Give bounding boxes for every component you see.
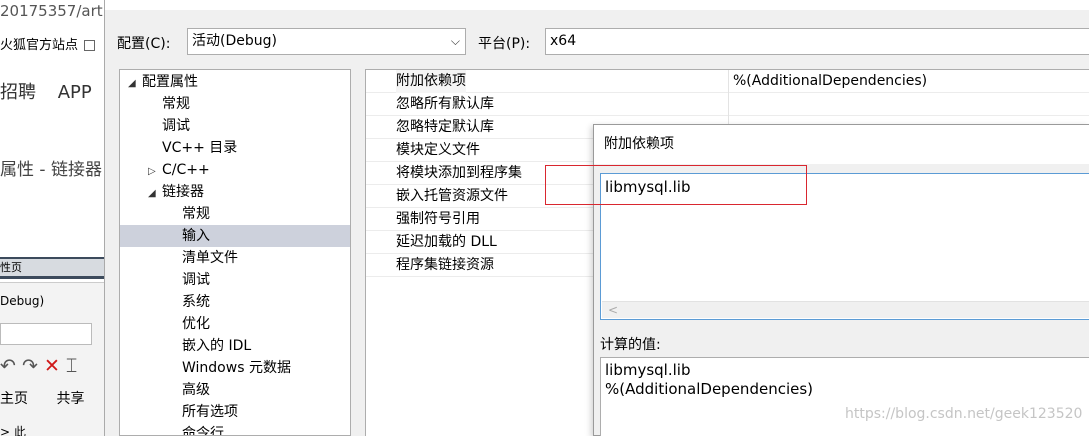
dialog-title-edge bbox=[105, 0, 1089, 10]
tree-item[interactable]: ◢ 链接器 bbox=[120, 181, 350, 203]
tree-item-label: 高级 bbox=[182, 382, 210, 398]
tree-item-label: 嵌入的 IDL bbox=[182, 338, 252, 354]
tree-item[interactable]: VC++ 目录 bbox=[120, 137, 350, 159]
tree-item[interactable]: 调试 bbox=[120, 115, 350, 137]
property-name: 忽略所有默认库 bbox=[396, 96, 494, 112]
file-explorer-fragment: Debug) ↶ ↷ ✕ ⌶ 主页 共享 > 此 bbox=[0, 282, 104, 436]
tree-item[interactable]: Windows 元数据 bbox=[120, 357, 350, 379]
configuration-label: 配置(C): bbox=[117, 36, 171, 52]
background-windows: 20175357/art 火狐官方站点 招聘 APP 属性 - 链接器 性页 D… bbox=[0, 0, 104, 436]
tree-item-label: 命令行 bbox=[182, 426, 224, 436]
article-heading-fragment: 属性 - 链接器 bbox=[0, 160, 102, 180]
redo-icon[interactable]: ↷ bbox=[22, 355, 38, 377]
property-name: 程序集链接资源 bbox=[396, 257, 494, 273]
property-name: 模块定义文件 bbox=[396, 142, 480, 158]
tree-item[interactable]: ◢ 配置属性 bbox=[120, 71, 350, 93]
property-name: 强制符号引用 bbox=[396, 211, 480, 227]
tree-item[interactable]: 高级 bbox=[120, 379, 350, 401]
debug-text-fragment: Debug) bbox=[0, 294, 45, 308]
tree-item-label: 系统 bbox=[182, 294, 210, 310]
browser-url-fragment: 20175357/art bbox=[0, 2, 103, 20]
horizontal-scrollbar[interactable]: < bbox=[602, 301, 1089, 318]
property-name: 附加依赖项 bbox=[396, 70, 466, 93]
tree-item-label: 链接器 bbox=[162, 184, 204, 200]
browser-bookmark-bar: 火狐官方站点 bbox=[0, 33, 104, 59]
tree-item[interactable]: 嵌入的 IDL bbox=[120, 335, 350, 357]
property-tree: ◢ 配置属性 常规 调试 VC++ 目录 ▷ C/C++ ◢ 链接器 常规 输入 清单文件 调试 系统 优化… bbox=[119, 69, 351, 436]
evaluated-value-label: 计算的值: bbox=[600, 337, 661, 353]
property-value[interactable]: %(AdditionalDependencies) bbox=[728, 70, 1089, 93]
tree-item-label: 清单文件 bbox=[182, 250, 238, 266]
tree-item[interactable]: 输入 bbox=[120, 225, 350, 247]
property-name: 嵌入托管资源文件 bbox=[396, 188, 508, 204]
bookmark-firefox-site[interactable]: 火狐官方站点 bbox=[0, 38, 78, 53]
tree-item-label: 优化 bbox=[182, 316, 210, 332]
rename-icon[interactable]: ⌶ bbox=[66, 355, 77, 377]
chevron-down-icon: ⌵ bbox=[450, 34, 460, 48]
property-name: 将模块添加到程序集 bbox=[396, 165, 522, 181]
tree-item[interactable]: 调试 bbox=[120, 269, 350, 291]
undo-icon[interactable]: ↶ bbox=[0, 355, 16, 377]
platform-value: x64 bbox=[550, 33, 577, 49]
delete-icon[interactable]: ✕ bbox=[44, 355, 60, 377]
tree-item-label: 常规 bbox=[182, 206, 210, 222]
configuration-select[interactable]: 活动(Debug) ⌵ bbox=[187, 28, 466, 55]
tree-item-label: 配置属性 bbox=[142, 74, 198, 90]
background-window-title: 性页 bbox=[0, 259, 104, 276]
tree-item-label: C/C++ bbox=[162, 162, 210, 178]
tree-item[interactable]: 优化 bbox=[120, 313, 350, 335]
tree-item[interactable]: 清单文件 bbox=[120, 247, 350, 269]
evaluated-value-box: libmysql.lib %(AdditionalDependencies) bbox=[600, 357, 1089, 436]
highlight-annotation-box bbox=[545, 165, 807, 205]
explorer-address: > 此 bbox=[0, 425, 26, 436]
tree-expander-icon[interactable]: ◢ bbox=[128, 73, 142, 95]
nav-item-app[interactable]: APP bbox=[58, 82, 92, 103]
scroll-left-icon[interactable]: < bbox=[608, 303, 618, 317]
configuration-value: 活动(Debug) bbox=[192, 33, 277, 49]
evaluated-line-2: %(AdditionalDependencies) bbox=[605, 380, 814, 398]
ribbon-tab-home[interactable]: 主页 bbox=[0, 391, 28, 407]
tree-item[interactable]: ▷ C/C++ bbox=[120, 159, 350, 181]
property-row[interactable]: 附加依赖项 %(AdditionalDependencies) bbox=[366, 70, 1089, 93]
background-input-box[interactable] bbox=[0, 323, 92, 345]
subdialog-title: 附加依赖项 bbox=[594, 125, 1089, 164]
tree-item[interactable]: 常规 bbox=[120, 93, 350, 115]
tree-item-label: VC++ 目录 bbox=[162, 140, 238, 156]
platform-label: 平台(P): bbox=[478, 36, 531, 52]
property-value[interactable] bbox=[728, 93, 1089, 116]
property-row[interactable]: 忽略所有默认库 bbox=[366, 93, 1089, 116]
explorer-toolbar: ↶ ↷ ✕ ⌶ bbox=[0, 355, 77, 377]
tree-item-label: 所有选项 bbox=[182, 404, 238, 420]
tree-item-label: 调试 bbox=[162, 118, 190, 134]
tree-item-label: 调试 bbox=[182, 272, 210, 288]
tree-item[interactable]: 所有选项 bbox=[120, 401, 350, 423]
browser-site-nav: 招聘 APP bbox=[0, 78, 104, 104]
background-window-titlebar: 性页 bbox=[0, 257, 104, 279]
ribbon-tab-share[interactable]: 共享 bbox=[56, 391, 84, 407]
nav-item-jobs[interactable]: 招聘 bbox=[0, 82, 36, 103]
property-name: 延迟加载的 DLL bbox=[396, 234, 497, 250]
tree-item[interactable]: 常规 bbox=[120, 203, 350, 225]
tree-item[interactable]: 命令行 bbox=[120, 423, 350, 436]
tree-item-label: 输入 bbox=[182, 228, 210, 244]
folder-icon bbox=[84, 40, 96, 51]
property-name: 忽略特定默认库 bbox=[396, 119, 494, 135]
watermark: https://blog.csdn.net/geek123520 bbox=[845, 406, 1083, 422]
tree-expander-icon[interactable]: ▷ bbox=[148, 161, 162, 183]
evaluated-line-1: libmysql.lib bbox=[605, 361, 691, 379]
tree-expander-icon[interactable]: ◢ bbox=[148, 183, 162, 205]
tree-item[interactable]: 系统 bbox=[120, 291, 350, 313]
explorer-ribbon: 主页 共享 bbox=[0, 388, 104, 408]
platform-select[interactable]: x64 bbox=[545, 28, 1089, 55]
tree-item-label: Windows 元数据 bbox=[182, 360, 291, 376]
tree-item-label: 常规 bbox=[162, 96, 190, 112]
